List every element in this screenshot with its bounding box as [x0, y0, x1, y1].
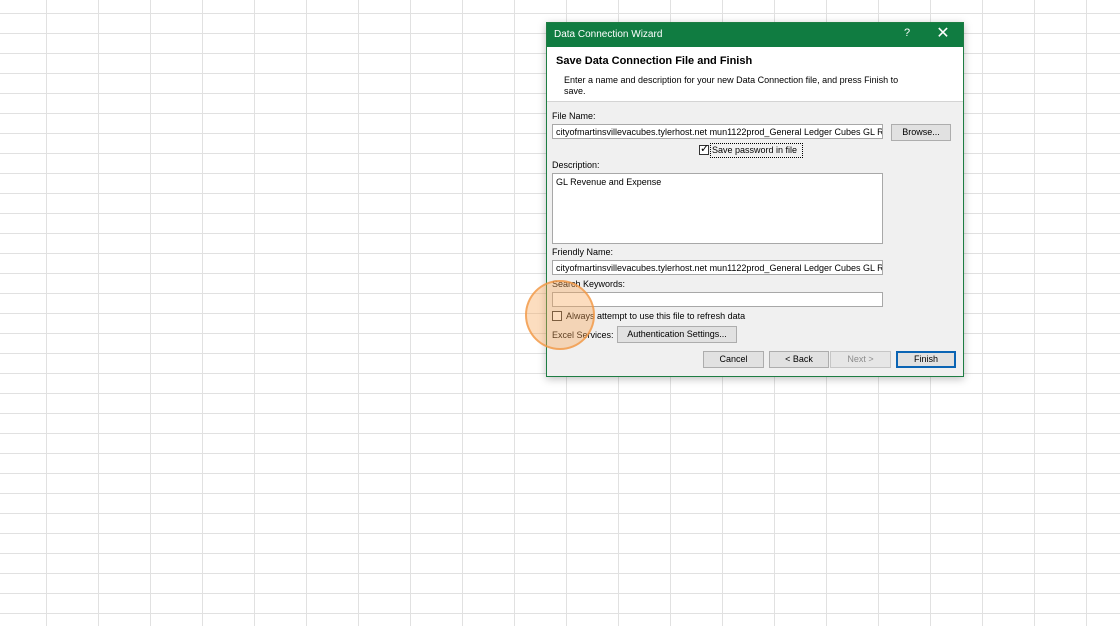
back-button[interactable]: < Back	[769, 351, 829, 368]
next-button: Next >	[830, 351, 891, 368]
dialog-title: Data Connection Wizard	[554, 29, 663, 40]
wizard-step-title: Save Data Connection File and Finish	[556, 55, 753, 67]
friendly-name-label: Friendly Name:	[552, 247, 614, 257]
wizard-header: Save Data Connection File and Finish Ent…	[547, 47, 963, 102]
always-attempt-label[interactable]: Always attempt to use this file to refre…	[566, 311, 745, 321]
cancel-button[interactable]: Cancel	[703, 351, 764, 368]
friendly-name-input[interactable]: cityofmartinsvillevacubes.tylerhost.net …	[552, 260, 883, 275]
checkmark-icon: ✓	[700, 143, 710, 155]
authentication-settings-button[interactable]: Authentication Settings...	[617, 326, 737, 343]
browse-button[interactable]: Browse...	[891, 124, 951, 141]
file-name-label: File Name:	[552, 111, 596, 121]
file-name-input[interactable]: cityofmartinsvillevacubes.tylerhost.net …	[552, 124, 883, 139]
dialog-titlebar: Data Connection Wizard ? ✕	[547, 23, 963, 47]
excel-services-label: Excel Services:	[552, 330, 614, 340]
save-password-label[interactable]: Save password in file	[712, 145, 797, 155]
finish-button[interactable]: Finish	[896, 351, 956, 368]
description-label: Description:	[552, 160, 600, 170]
close-icon[interactable]: ✕	[935, 25, 951, 43]
save-password-checkbox[interactable]: ✓	[699, 143, 710, 155]
data-connection-wizard-dialog: Data Connection Wizard ? ✕ Save Data Con…	[546, 22, 964, 377]
always-attempt-checkbox[interactable]	[552, 311, 562, 321]
search-keywords-label: Search Keywords:	[552, 279, 626, 289]
wizard-step-description: Enter a name and description for your ne…	[564, 75, 899, 96]
help-icon[interactable]: ?	[899, 27, 915, 39]
search-keywords-input[interactable]	[552, 292, 883, 307]
description-textarea[interactable]: GL Revenue and Expense	[552, 173, 883, 244]
